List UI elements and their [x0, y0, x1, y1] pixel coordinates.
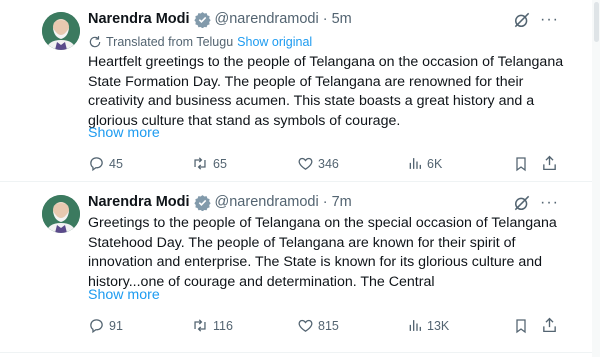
verified-badge-icon — [193, 11, 211, 28]
views-icon — [409, 158, 421, 169]
author-handle[interactable]: @narendramodi — [215, 194, 319, 210]
translation-note: Translated from Telugu Show original — [88, 35, 312, 49]
like-count: 815 — [318, 318, 339, 333]
views-button[interactable]: 13K — [407, 317, 449, 334]
tweet-divider — [0, 352, 600, 353]
separator-dot: · — [322, 194, 328, 210]
tweet-header: Narendra Modi @narendramodi · 5m — [88, 9, 352, 29]
show-more-link[interactable]: Show more — [88, 125, 160, 141]
reply-count: 45 — [109, 156, 123, 171]
more-icon[interactable]: ··· — [540, 12, 559, 28]
reply-icon — [90, 319, 103, 334]
reply-icon — [90, 157, 103, 172]
like-icon — [298, 157, 313, 170]
bookmark-icon[interactable] — [513, 155, 529, 178]
author-handle[interactable]: @narendramodi — [215, 11, 319, 27]
separator-dot: · — [322, 11, 328, 27]
scrollbar[interactable] — [592, 0, 600, 357]
tweet-text: Heartfelt greetings to the people of Tel… — [88, 54, 564, 129]
more-icon[interactable]: ··· — [540, 195, 559, 211]
repost-count: 116 — [213, 318, 233, 333]
reply-button[interactable]: 91 — [88, 317, 123, 334]
repost-count: 65 — [213, 156, 227, 171]
share-icon[interactable] — [541, 154, 558, 177]
timestamp[interactable]: 7m — [332, 194, 352, 210]
show-more-link[interactable]: Show more — [88, 287, 160, 303]
repost-button[interactable]: 116 — [191, 317, 233, 334]
views-count: 6K — [427, 156, 443, 171]
author-name[interactable]: Narendra Modi — [88, 194, 190, 210]
repost-icon — [194, 319, 206, 332]
like-count: 346 — [318, 156, 339, 171]
views-count: 13K — [427, 318, 450, 333]
show-original-link[interactable]: Show original — [237, 35, 312, 49]
reply-button[interactable]: 45 — [88, 155, 123, 172]
tweet[interactable]: Narendra Modi @narendramodi · 5m ··· Tra… — [0, 0, 592, 180]
repost-icon — [194, 157, 206, 170]
like-button[interactable]: 815 — [297, 317, 339, 334]
tweet-header: Narendra Modi @narendramodi · 7m — [88, 192, 352, 212]
grok-icon[interactable] — [512, 10, 532, 30]
avatar[interactable] — [42, 195, 80, 233]
like-button[interactable]: 346 — [297, 155, 339, 172]
like-icon — [298, 319, 313, 332]
bookmark-icon[interactable] — [513, 317, 529, 340]
timestamp[interactable]: 5m — [332, 11, 352, 27]
tweet[interactable]: Narendra Modi @narendramodi · 7m ··· Gre… — [0, 182, 592, 352]
share-icon[interactable] — [541, 316, 558, 339]
author-name[interactable]: Narendra Modi — [88, 11, 190, 27]
tweet-text: Greetings to the people of Telangana on … — [88, 215, 557, 290]
verified-badge-icon — [193, 194, 211, 211]
translate-icon — [89, 36, 101, 48]
views-icon — [409, 320, 421, 331]
reply-count: 91 — [109, 318, 123, 333]
avatar[interactable] — [42, 12, 80, 50]
translated-label: Translated from Telugu — [106, 35, 234, 49]
grok-icon[interactable] — [512, 193, 532, 213]
scrollbar-thumb[interactable] — [594, 2, 599, 42]
repost-button[interactable]: 65 — [191, 155, 227, 172]
views-button[interactable]: 6K — [407, 155, 442, 172]
